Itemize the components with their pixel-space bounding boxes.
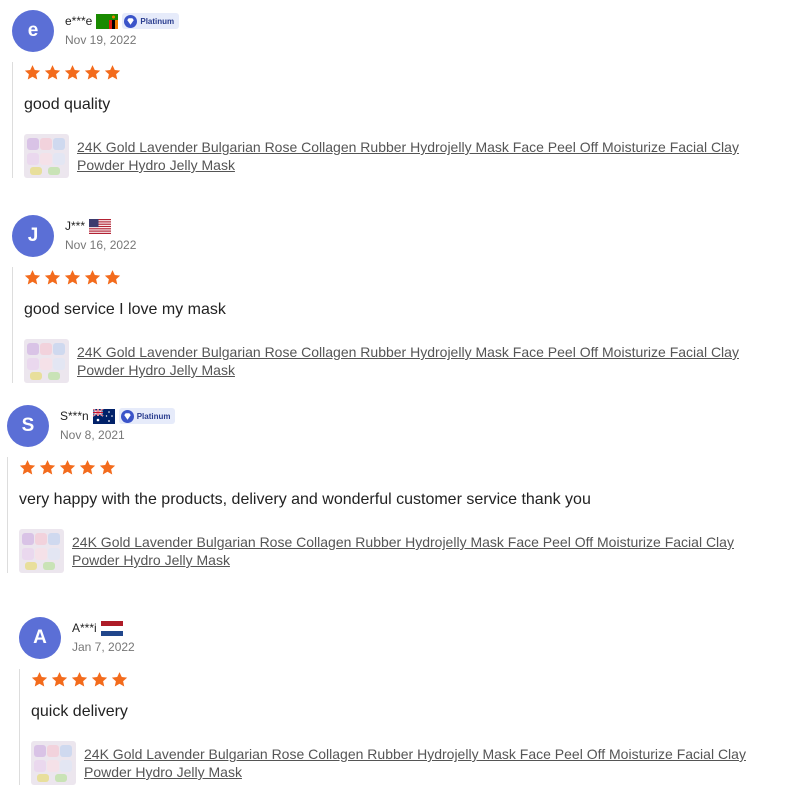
star-icon	[64, 269, 81, 285]
star-icon	[19, 459, 36, 475]
name-row: J***	[65, 217, 136, 235]
star-icon	[104, 269, 121, 285]
review-body: quick delivery 24K Gold Lavender Bulgari…	[19, 669, 796, 785]
review-body: very happy with the products, delivery a…	[7, 457, 789, 573]
review-text: very happy with the products, delivery a…	[19, 491, 591, 508]
star-icon	[84, 269, 101, 285]
diamond-icon	[124, 14, 138, 28]
flag-netherlands-icon	[100, 620, 123, 636]
avatar: J	[12, 215, 54, 257]
review-date: Nov 19, 2022	[65, 33, 137, 47]
review-meta: e***e Platinum Nov 19, 2022	[65, 12, 180, 47]
star-icon	[44, 64, 61, 80]
flag-australia-icon	[92, 408, 115, 424]
username: A***i	[72, 621, 97, 635]
star-icon	[31, 671, 48, 687]
platinum-badge: Platinum	[122, 13, 180, 29]
star-icon	[39, 459, 56, 475]
star-rating	[24, 62, 794, 82]
star-icon	[71, 671, 88, 687]
star-icon	[64, 64, 81, 80]
name-row: e***e Platinum	[65, 12, 180, 30]
username: e***e	[65, 14, 93, 28]
name-row: A***i	[72, 619, 135, 637]
star-icon	[44, 269, 61, 285]
star-icon	[84, 64, 101, 80]
star-icon	[91, 671, 108, 687]
badge-label: Platinum	[140, 16, 175, 26]
star-rating	[24, 267, 794, 287]
flag-usa-icon	[89, 218, 112, 234]
platinum-badge: Platinum	[118, 408, 176, 424]
avatar: A	[19, 617, 61, 659]
product-thumbnail[interactable]	[24, 339, 69, 383]
review-body: good quality 24K Gold Lavender Bulgarian…	[12, 62, 794, 178]
avatar: e	[12, 10, 54, 52]
product-thumbnail[interactable]	[31, 741, 76, 785]
star-icon	[59, 459, 76, 475]
review-meta: J*** Nov 16, 2022	[65, 217, 136, 252]
star-icon	[99, 459, 116, 475]
star-icon	[79, 459, 96, 475]
badge-label: Platinum	[136, 411, 171, 421]
review-text: good quality	[24, 96, 111, 113]
avatar: S	[7, 405, 49, 447]
review-date: Jan 7, 2022	[72, 640, 135, 654]
product-reference[interactable]: 24K Gold Lavender Bulgarian Rose Collage…	[19, 529, 789, 573]
diamond-icon	[120, 409, 134, 423]
product-link[interactable]: 24K Gold Lavender Bulgarian Rose Collage…	[77, 343, 777, 379]
product-reference[interactable]: 24K Gold Lavender Bulgarian Rose Collage…	[31, 741, 796, 785]
star-icon	[24, 269, 41, 285]
product-link[interactable]: 24K Gold Lavender Bulgarian Rose Collage…	[77, 138, 777, 174]
star-rating	[31, 669, 796, 689]
review-date: Nov 16, 2022	[65, 238, 137, 252]
star-icon	[104, 64, 121, 80]
product-thumbnail[interactable]	[24, 134, 69, 178]
product-thumbnail[interactable]	[19, 529, 64, 573]
name-row: S***n Platinum	[60, 407, 176, 425]
product-reference[interactable]: 24K Gold Lavender Bulgarian Rose Collage…	[24, 339, 794, 383]
review-body: good service I love my mask 24K Gold Lav…	[12, 267, 794, 383]
product-link[interactable]: 24K Gold Lavender Bulgarian Rose Collage…	[72, 533, 772, 569]
review-date: Nov 8, 2021	[60, 428, 125, 442]
review-meta: S***n Platinum Nov 8, 2021	[60, 407, 176, 442]
username: S***n	[60, 409, 89, 423]
star-icon	[111, 671, 128, 687]
review-text: quick delivery	[31, 703, 128, 720]
star-icon	[51, 671, 68, 687]
review-meta: A***i Jan 7, 2022	[72, 619, 135, 654]
product-link[interactable]: 24K Gold Lavender Bulgarian Rose Collage…	[84, 745, 784, 781]
star-rating	[19, 457, 789, 477]
product-reference[interactable]: 24K Gold Lavender Bulgarian Rose Collage…	[24, 134, 794, 178]
star-icon	[24, 64, 41, 80]
review-text: good service I love my mask	[24, 301, 226, 318]
flag-zambia-icon	[96, 13, 119, 29]
username: J***	[65, 219, 86, 233]
